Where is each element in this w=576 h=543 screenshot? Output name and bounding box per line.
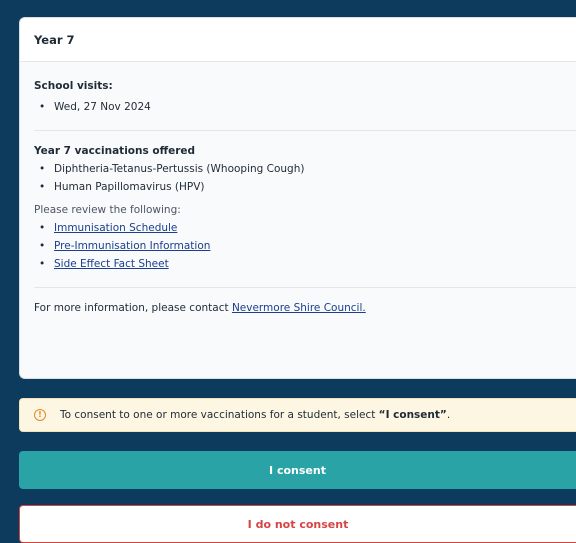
review-intro: Please review the following: <box>34 204 181 216</box>
school-visit-date: Wed, 27 Nov 2024 <box>34 98 576 116</box>
vaccinations-heading: Year 7 vaccinations offered <box>34 145 196 157</box>
review-link-item: Pre-Immunisation Information <box>34 237 576 255</box>
pre-immunisation-info-link[interactable]: Pre-Immunisation Information <box>54 240 210 252</box>
vaccination-item: Human Papillomavirus (HPV) <box>34 178 576 196</box>
council-contact-link[interactable]: Nevermore Shire Council. <box>232 302 366 314</box>
review-links-list: Immunisation Schedule Pre-Immunisation I… <box>34 219 576 273</box>
card-title: Year 7 <box>20 18 576 62</box>
vaccination-item: Diphtheria-Tetanus-Pertussis (Whooping C… <box>34 160 576 178</box>
contact-prefix: For more information, please contact <box>34 302 232 314</box>
alert-text-strong: “I consent” <box>378 409 447 421</box>
side-effect-fact-sheet-link[interactable]: Side Effect Fact Sheet <box>54 258 169 270</box>
contact-line: For more information, please contact Nev… <box>34 302 576 314</box>
consent-info-alert: ! To consent to one or more vaccinations… <box>19 398 576 432</box>
info-circle-icon: ! <box>34 409 46 421</box>
alert-text-suffix: . <box>446 409 451 421</box>
divider <box>34 287 576 288</box>
year-card: Year 7 School visits: Wed, 27 Nov 2024 Y… <box>19 17 576 379</box>
review-link-item: Side Effect Fact Sheet <box>34 255 576 273</box>
divider <box>34 130 576 131</box>
review-link-item: Immunisation Schedule <box>34 219 576 237</box>
immunisation-schedule-link[interactable]: Immunisation Schedule <box>54 222 177 234</box>
alert-text-prefix: To consent to one or more vaccinations f… <box>60 409 379 421</box>
consent-button[interactable]: I consent <box>19 451 576 489</box>
decline-button[interactable]: I do not consent <box>19 505 576 543</box>
vaccinations-list: Diphtheria-Tetanus-Pertussis (Whooping C… <box>34 160 576 196</box>
alert-text: To consent to one or more vaccinations f… <box>60 409 450 421</box>
card-body: School visits: Wed, 27 Nov 2024 Year 7 v… <box>20 80 576 314</box>
school-visits-list: Wed, 27 Nov 2024 <box>34 98 576 116</box>
school-visits-heading: School visits: <box>34 80 113 92</box>
